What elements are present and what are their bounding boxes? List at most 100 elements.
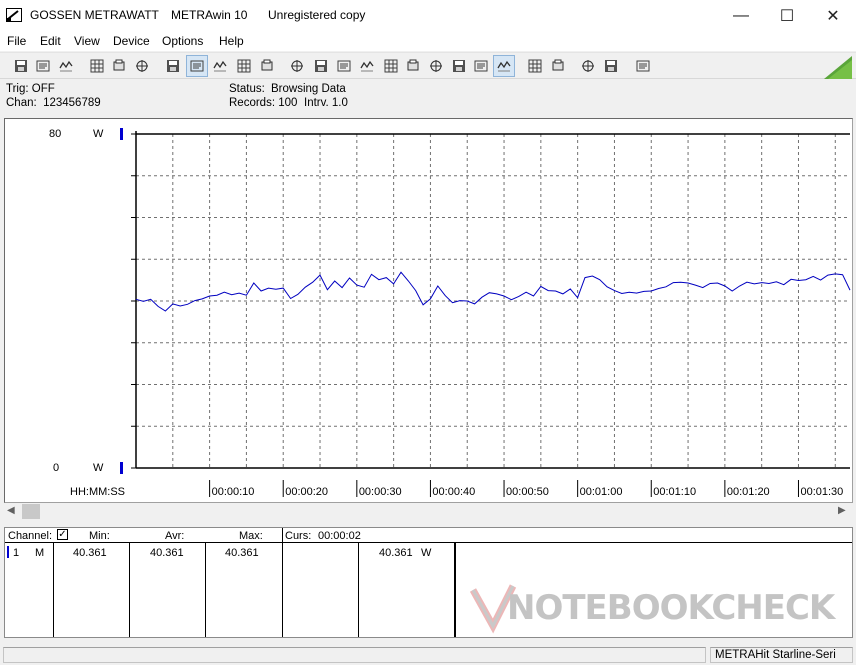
- menu-bar: File Edit View Device Options Help: [0, 31, 856, 51]
- license-title: Unregistered copy: [268, 8, 366, 22]
- col-divider: [129, 543, 130, 637]
- print-preview-button[interactable]: [524, 55, 546, 77]
- power-chart[interactable]: 00:00:10 00:00:20 00:00:30 00:00:40 00:00:50…: [5, 119, 852, 502]
- zoom-wave-button[interactable]: [577, 55, 599, 77]
- row-unit: W: [421, 547, 432, 559]
- formula-button[interactable]: [380, 55, 402, 77]
- app-logo-icon: [6, 8, 22, 22]
- scroll-right-icon[interactable]: ▶: [838, 505, 846, 516]
- header-max: Max:: [239, 530, 263, 542]
- table-view-button[interactable]: [162, 55, 184, 77]
- title-bar: GOSSEN METRAWATT METRAwin 10 Unregistere…: [0, 0, 856, 31]
- open-folder-icon: [59, 60, 73, 72]
- wave-button[interactable]: [425, 55, 447, 77]
- zoom-button[interactable]: [600, 55, 622, 77]
- save-button[interactable]: [10, 55, 32, 77]
- x-tick-label: 00:00:50: [506, 486, 549, 498]
- chart-view-button[interactable]: [186, 55, 208, 77]
- device-name: METRAHit Starline-Seri: [715, 649, 836, 661]
- smile-button[interactable]: [493, 55, 515, 77]
- x-tick-label: 00:00:20: [285, 486, 328, 498]
- signal-button[interactable]: [402, 55, 424, 77]
- records-count: Records: 100: [229, 97, 298, 109]
- menu-device[interactable]: Device: [113, 34, 150, 48]
- crosshair-icon: [213, 60, 227, 72]
- signal-icon: [407, 59, 419, 71]
- device-read-icon: [90, 59, 104, 73]
- sine-icon: [453, 60, 465, 72]
- toolbar: [0, 52, 856, 79]
- header-avr: Avr:: [165, 530, 185, 542]
- comment-button[interactable]: [632, 55, 654, 77]
- trigger-status: Trig: OFF: [6, 83, 55, 95]
- bar-chart-button[interactable]: [256, 55, 278, 77]
- zoom-icon: [605, 60, 617, 72]
- power-series-line: [135, 271, 851, 312]
- import-icon: [315, 60, 327, 72]
- menu-view[interactable]: View: [74, 34, 100, 48]
- watermark-text: NOTEBOOKCHECK: [507, 588, 835, 628]
- open-folder-button[interactable]: [55, 55, 77, 77]
- col-divider: [454, 543, 456, 637]
- channel-checkbox[interactable]: ✓: [57, 529, 68, 540]
- minimize-icon: —: [733, 6, 749, 24]
- export-icon: [291, 60, 303, 72]
- table-header: [5, 528, 852, 543]
- row-min-value: 40.361: [73, 547, 107, 559]
- menu-file[interactable]: File: [7, 34, 26, 48]
- comment-icon: [636, 60, 650, 72]
- row-max-value: 40.361: [225, 547, 259, 559]
- bar-chart-icon: [261, 59, 273, 71]
- row-channel-number: 1: [13, 547, 20, 559]
- status-bar: METRAHit Starline-Seri: [0, 645, 856, 665]
- header-curs: Curs:: [285, 530, 312, 542]
- list-button[interactable]: [333, 55, 355, 77]
- chart-view-icon: [190, 60, 204, 72]
- computer-button[interactable]: [356, 55, 378, 77]
- sine-button[interactable]: [448, 55, 470, 77]
- status-pane: [3, 647, 706, 663]
- col-divider: [358, 543, 359, 637]
- scan-icon: [474, 60, 488, 72]
- scroll-thumb[interactable]: [22, 504, 40, 519]
- menu-help[interactable]: Help: [219, 34, 244, 48]
- col-divider: [205, 543, 206, 637]
- device-read-button[interactable]: [86, 55, 108, 77]
- status-value: Browsing Data: [271, 83, 346, 95]
- device-write-button[interactable]: [108, 55, 130, 77]
- menu-options[interactable]: Options: [162, 34, 203, 48]
- close-button[interactable]: ✕: [810, 0, 856, 31]
- x-tick-label: 00:00:30: [359, 486, 402, 498]
- close-icon: ✕: [826, 7, 840, 25]
- menu-edit[interactable]: Edit: [40, 34, 61, 48]
- minimize-button[interactable]: —: [718, 0, 764, 31]
- x-tick-label: 00:01:30: [800, 486, 843, 498]
- crosshair-button[interactable]: [209, 55, 231, 77]
- status-label: Status:: [229, 83, 265, 95]
- table-view-icon: [167, 60, 179, 72]
- import-button[interactable]: [310, 55, 332, 77]
- print-button[interactable]: [547, 55, 569, 77]
- export-button[interactable]: [286, 55, 308, 77]
- maximize-button[interactable]: ☐: [764, 0, 810, 31]
- save-as-icon: [36, 60, 50, 72]
- grid-button[interactable]: [233, 55, 255, 77]
- zoom-wave-icon: [582, 60, 594, 72]
- channel-color-marker: [7, 546, 9, 558]
- brand-title: GOSSEN METRAWATT: [30, 8, 159, 22]
- cursor-time: 00:00:02: [318, 530, 361, 542]
- save-as-button[interactable]: [32, 55, 54, 77]
- row-avr-value: 40.361: [150, 547, 184, 559]
- row-cursor-value: 40.361: [379, 547, 413, 559]
- device-config-button[interactable]: [131, 55, 153, 77]
- device-config-icon: [136, 60, 148, 72]
- maximize-icon: ☐: [779, 7, 795, 25]
- scroll-left-icon[interactable]: ◀: [7, 505, 15, 516]
- x-tick-label: 00:00:10: [212, 486, 255, 498]
- interval-value: Intrv. 1.0: [304, 97, 348, 109]
- horizontal-scrollbar[interactable]: ◀ ▶: [4, 503, 853, 521]
- x-tick-label: 00:01:10: [653, 486, 696, 498]
- scan-button[interactable]: [470, 55, 492, 77]
- x-tick-label: 00:01:20: [727, 486, 770, 498]
- header-channel: Channel:: [8, 530, 53, 542]
